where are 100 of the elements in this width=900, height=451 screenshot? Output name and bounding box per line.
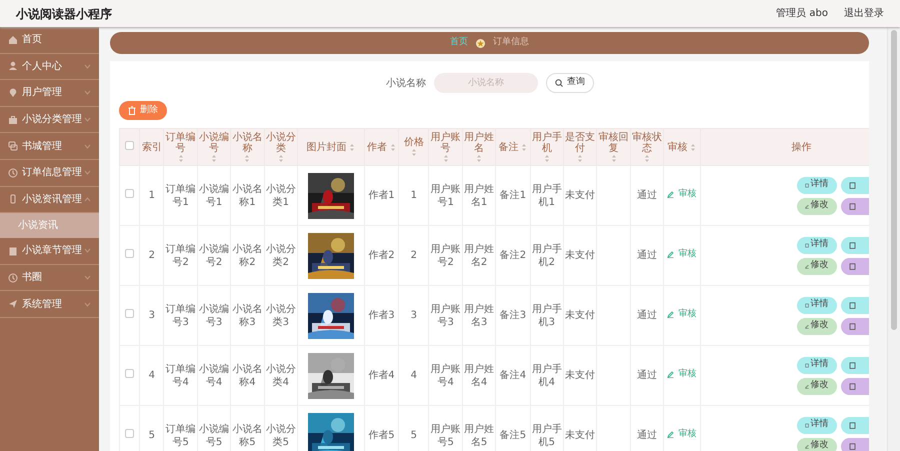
novel-name-cell: 小说名称1 xyxy=(232,184,262,208)
note-cell: 备注3 xyxy=(500,310,526,321)
breadcrumb-link[interactable]: 首页 xyxy=(450,36,468,50)
edit-button[interactable]: 修改 xyxy=(796,198,837,214)
chevron-icon xyxy=(84,275,91,280)
author-cell: 作者4 xyxy=(368,370,395,381)
send-icon xyxy=(8,299,18,310)
search-field[interactable]: 小说名称 xyxy=(434,73,538,93)
payment-status-cell: 未支付 xyxy=(565,370,596,381)
breadcrumb-link[interactable]: 订单信息 xyxy=(492,36,529,50)
user-name-cell: 用户姓名3 xyxy=(464,304,494,328)
sidebar-item[interactable]: 书城管理 xyxy=(0,133,99,160)
phone-icon xyxy=(8,194,18,204)
document-icon xyxy=(848,302,856,308)
category-cell: 小说分类1 xyxy=(266,184,296,208)
chevron-icon xyxy=(84,196,91,202)
column-header[interactable]: 审核 xyxy=(667,142,688,152)
row-checkbox[interactable] xyxy=(125,369,134,378)
delete-button[interactable]: 删除 xyxy=(119,101,167,120)
sidebar-item[interactable]: 书圈 xyxy=(0,264,99,292)
pencil-icon xyxy=(667,251,674,258)
clock-icon xyxy=(8,168,18,178)
note-cell: 备注4 xyxy=(500,370,526,381)
novel-name-cell: 小说名称5 xyxy=(232,424,262,448)
author-cell: 作者5 xyxy=(368,430,395,441)
novel-number-cell: 小说编号4 xyxy=(199,364,230,388)
index-cell: 4 xyxy=(148,370,156,381)
row-checkbox[interactable] xyxy=(125,249,134,258)
author-cell: 作者2 xyxy=(368,250,395,261)
search-label: 小说名称 xyxy=(386,76,426,90)
delete-button[interactable] xyxy=(840,378,869,394)
sidebar-item[interactable]: 小说分类管理 xyxy=(0,106,99,134)
phone-cell: 用户手机1 xyxy=(532,184,562,208)
detail-button[interactable] xyxy=(840,176,869,194)
document-icon xyxy=(848,182,856,188)
select-all-checkbox[interactable] xyxy=(125,141,134,150)
detail-button[interactable] xyxy=(840,356,869,374)
category-cell: 小说分类4 xyxy=(266,364,296,388)
column-header[interactable]: 价格 xyxy=(404,137,424,148)
row-checkbox[interactable] xyxy=(125,309,134,318)
detail-button[interactable]: 详情 xyxy=(796,176,837,194)
edit-button[interactable]: 修改 xyxy=(796,438,837,451)
row-checkbox[interactable] xyxy=(125,429,134,438)
edit-button[interactable]: 修改 xyxy=(796,258,837,274)
chevron-icon xyxy=(84,90,91,96)
detail-button[interactable] xyxy=(840,416,869,434)
pencil-icon xyxy=(804,262,809,270)
pencil-icon xyxy=(804,202,809,210)
document-icon xyxy=(804,242,809,248)
delete-button[interactable] xyxy=(840,258,869,274)
search-button[interactable]: 查询 xyxy=(546,73,594,93)
sidebar-item[interactable]: 首页 xyxy=(0,27,99,54)
clock-icon xyxy=(8,272,18,283)
column-header[interactable]: 备注 xyxy=(498,142,518,152)
delete-button[interactable] xyxy=(840,318,869,334)
price-cell: 2 xyxy=(410,250,417,261)
admin-username: 管理员 abo xyxy=(776,7,828,21)
note-cell: 备注5 xyxy=(500,430,526,441)
detail-button[interactable]: 详情 xyxy=(796,236,837,254)
column-header[interactable]: 作者 xyxy=(366,142,387,152)
column-header[interactable]: 操作 xyxy=(791,142,812,152)
user-name-cell: 用户姓名4 xyxy=(464,364,494,388)
category-cell: 小说分类2 xyxy=(266,244,296,268)
review-link[interactable]: 审核 xyxy=(667,248,696,261)
user-name-cell: 用户姓名1 xyxy=(464,184,494,208)
category-cell: 小说分类3 xyxy=(266,304,296,328)
sidebar-item[interactable]: 用户管理 xyxy=(0,80,99,107)
sidebar-item[interactable]: 订单信息管理 xyxy=(0,160,99,187)
search-icon xyxy=(554,79,563,87)
pencil-icon xyxy=(667,371,674,378)
review-link[interactable]: 审核 xyxy=(667,308,696,321)
document-icon xyxy=(804,182,809,188)
payment-status-cell: 未支付 xyxy=(565,190,596,201)
delete-button[interactable] xyxy=(840,198,869,214)
novel-name-cell: 小说名称4 xyxy=(232,364,262,388)
edit-button[interactable]: 修改 xyxy=(796,318,837,334)
sidebar-item[interactable]: 小说章节管理 xyxy=(0,238,99,265)
review-link[interactable]: 审核 xyxy=(667,188,696,201)
detail-button[interactable]: 详情 xyxy=(796,416,837,434)
logout-link[interactable]: 退出登录 xyxy=(844,6,884,21)
detail-button[interactable]: 详情 xyxy=(796,356,837,374)
review-link[interactable]: 审核 xyxy=(667,368,696,381)
document-icon xyxy=(804,422,809,428)
review-status-cell: 通过 xyxy=(636,250,657,261)
column-header[interactable]: 图片封面 xyxy=(306,142,346,152)
novel-name-cell: 小说名称3 xyxy=(232,304,262,328)
price-cell: 3 xyxy=(410,310,417,321)
pencil-icon xyxy=(804,442,809,450)
row-checkbox[interactable] xyxy=(125,189,134,198)
detail-button[interactable] xyxy=(840,236,869,254)
price-cell: 1 xyxy=(410,190,417,201)
edit-button[interactable]: 修改 xyxy=(796,378,837,394)
account-cell: 用户账号2 xyxy=(430,244,461,268)
user-icon xyxy=(8,61,18,72)
scrollbar[interactable] xyxy=(886,27,900,451)
detail-button[interactable] xyxy=(840,296,869,314)
sidebar-item[interactable]: 个人中心 xyxy=(0,54,99,80)
sidebar-item[interactable]: 系统管理 xyxy=(0,291,99,318)
detail-button[interactable]: 详情 xyxy=(796,296,837,314)
index-cell: 3 xyxy=(148,310,156,321)
